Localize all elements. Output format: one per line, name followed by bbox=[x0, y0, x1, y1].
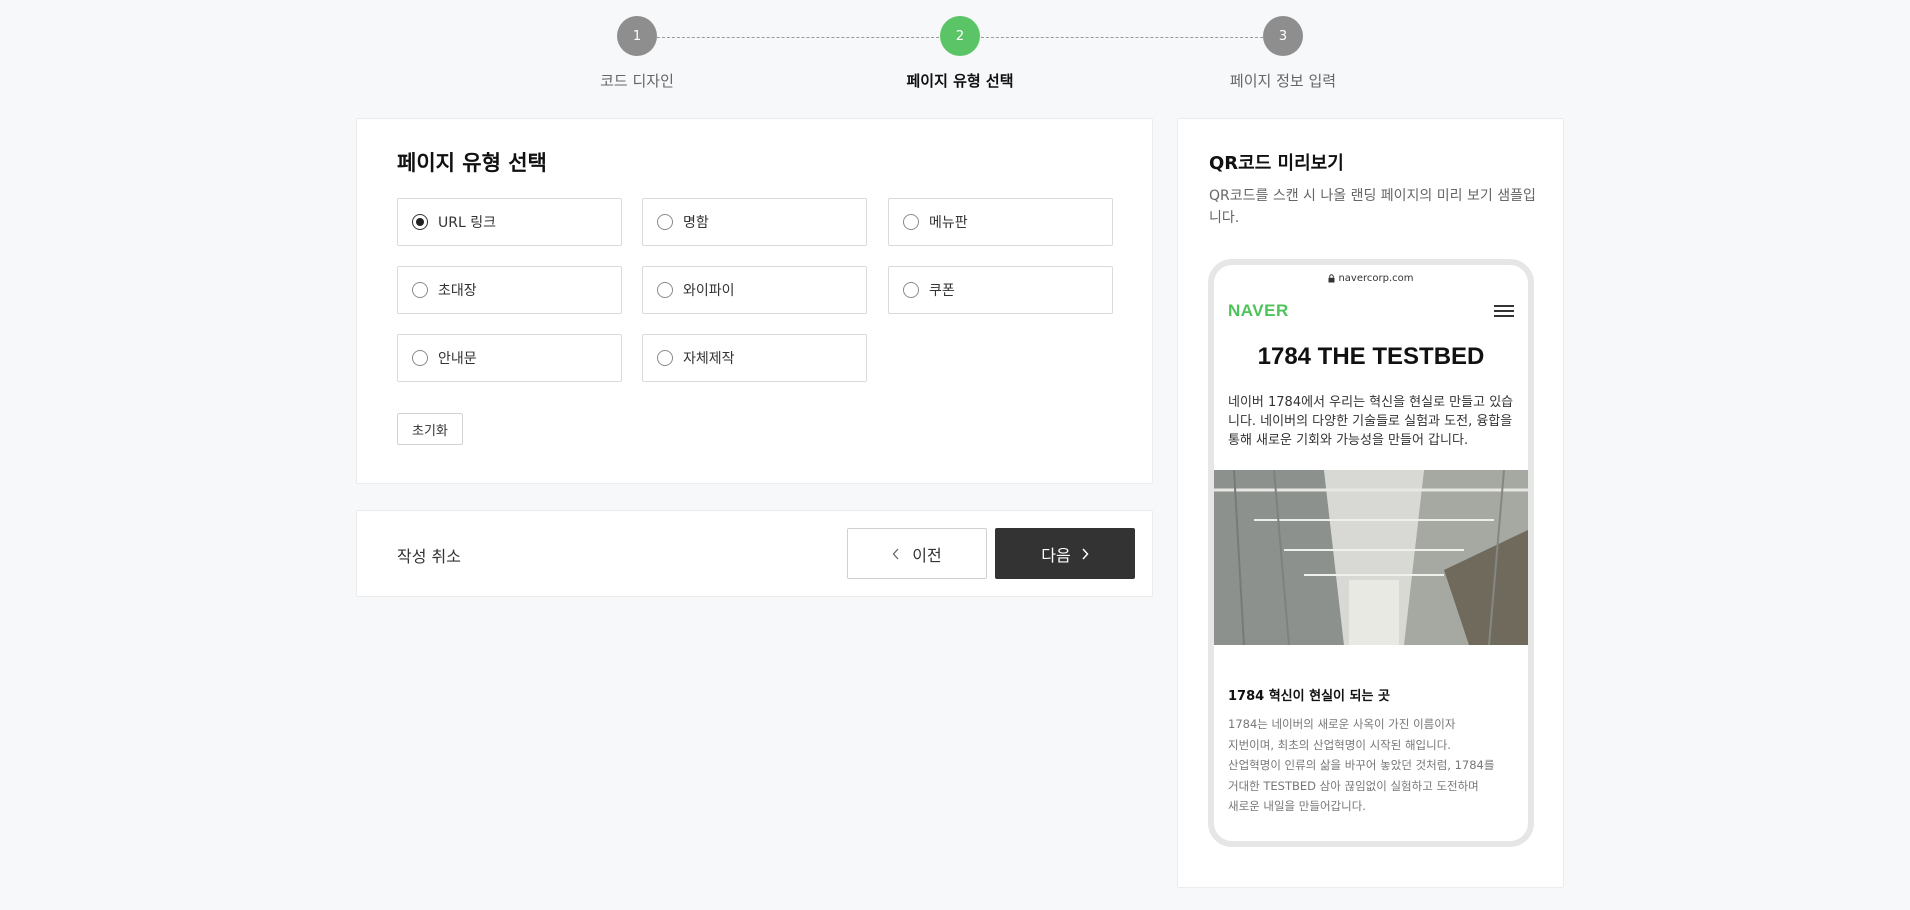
option-notice[interactable]: 안내문 bbox=[397, 334, 622, 382]
phone-body-line: 새로운 내일을 만들어갑니다. bbox=[1228, 799, 1366, 813]
phone-subtitle: 1784 혁신이 현실이 되는 곳 bbox=[1228, 689, 1390, 704]
step-2: 2 페이지 유형 선택 bbox=[860, 16, 1060, 91]
prev-button[interactable]: 이전 bbox=[847, 528, 987, 579]
phone-body-text: 1784는 네이버의 새로운 사옥이 가진 이름이자 지번이며, 최초의 산업혁… bbox=[1228, 714, 1514, 817]
step-2-label: 페이지 유형 선택 bbox=[906, 72, 1014, 90]
option-label: 와이파이 bbox=[683, 283, 735, 299]
phone-body-line: 지번이며, 최초의 산업혁명이 시작된 해입니다. bbox=[1228, 737, 1451, 752]
step-1-circle: 1 bbox=[617, 16, 657, 56]
radio-notice[interactable] bbox=[412, 350, 428, 366]
chevron-right-icon bbox=[1082, 547, 1089, 560]
option-label: 초대장 bbox=[438, 283, 477, 299]
preview-title: QR코드 미리보기 bbox=[1209, 153, 1344, 174]
option-url-link[interactable]: URL 링크 bbox=[397, 198, 622, 246]
prev-button-label: 이전 bbox=[912, 545, 942, 565]
naver-logo: NAVER bbox=[1228, 301, 1289, 320]
step-1: 1 코드 디자인 bbox=[537, 16, 737, 91]
preview-description: QR코드를 스캔 시 나올 랜딩 페이지의 미리 보기 샘플입니다. bbox=[1209, 188, 1536, 226]
option-label: 메뉴판 bbox=[929, 215, 968, 231]
step-2-circle: 2 bbox=[940, 16, 980, 56]
lock-icon bbox=[1328, 273, 1335, 282]
option-business-card[interactable]: 명함 bbox=[642, 198, 867, 246]
radio-wifi[interactable] bbox=[657, 282, 673, 298]
option-invitation[interactable]: 초대장 bbox=[397, 266, 622, 314]
phone-headline: 1784 THE TESTBED bbox=[1257, 343, 1485, 370]
hamburger-menu-icon bbox=[1494, 305, 1514, 319]
step-3-label: 페이지 정보 입력 bbox=[1229, 72, 1337, 90]
radio-menu[interactable] bbox=[903, 214, 919, 230]
page-type-title: 페이지 유형 선택 bbox=[397, 151, 547, 175]
step-1-label: 코드 디자인 bbox=[600, 72, 674, 90]
option-label: 명함 bbox=[683, 215, 709, 231]
option-coupon[interactable]: 쿠폰 bbox=[888, 266, 1113, 314]
phone-mockup: navercorp.com NAVER 1784 THE TESTBED 네이버… bbox=[1208, 259, 1534, 847]
radio-invitation[interactable] bbox=[412, 282, 428, 298]
radio-url-link[interactable] bbox=[412, 214, 428, 230]
phone-header: NAVER bbox=[1214, 291, 1528, 331]
phone-body-line: 산업혁명이 인류의 삶을 바꾸어 놓았던 것처럼, 1784를 bbox=[1228, 758, 1495, 772]
page-type-panel: 페이지 유형 선택 URL 링크 명함 메뉴판 초대장 와이파이 쿠폰 안내문 … bbox=[356, 118, 1153, 484]
cancel-link[interactable]: 작성 취소 bbox=[397, 543, 461, 567]
radio-business-card[interactable] bbox=[657, 214, 673, 230]
phone-url-text: navercorp.com bbox=[1338, 272, 1414, 284]
step-3-circle: 3 bbox=[1263, 16, 1303, 56]
option-label: 안내문 bbox=[438, 351, 477, 367]
option-label: URL 링크 bbox=[438, 215, 496, 231]
action-bar: 작성 취소 이전 다음 bbox=[356, 510, 1153, 597]
next-button-label: 다음 bbox=[1041, 545, 1071, 565]
option-label: 자체제작 bbox=[683, 351, 735, 367]
option-menu[interactable]: 메뉴판 bbox=[888, 198, 1113, 246]
preview-panel: QR코드 미리보기 QR코드를 스캔 시 나올 랜딩 페이지의 미리 보기 샘플… bbox=[1177, 118, 1564, 888]
stepper: 1 코드 디자인 2 페이지 유형 선택 3 페이지 정보 입력 bbox=[520, 16, 1336, 96]
radio-coupon[interactable] bbox=[903, 282, 919, 298]
option-custom[interactable]: 자체제작 bbox=[642, 334, 867, 382]
reset-button[interactable]: 초기화 bbox=[397, 413, 463, 445]
radio-custom[interactable] bbox=[657, 350, 673, 366]
phone-body-line: 1784는 네이버의 새로운 사옥이 가진 이름이자 bbox=[1228, 717, 1456, 731]
option-label: 쿠폰 bbox=[929, 283, 955, 299]
phone-intro-text: 네이버 1784에서 우리는 혁신을 현실로 만들고 있습니다. 네이버의 다양… bbox=[1228, 395, 1514, 448]
option-wifi[interactable]: 와이파이 bbox=[642, 266, 867, 314]
chevron-left-icon bbox=[892, 548, 899, 559]
next-button[interactable]: 다음 bbox=[995, 528, 1135, 579]
phone-body-line: 거대한 TESTBED 삼아 끊임없이 실험하고 도전하며 bbox=[1228, 778, 1479, 793]
phone-url-bar: navercorp.com bbox=[1214, 265, 1528, 291]
step-3: 3 페이지 정보 입력 bbox=[1183, 16, 1383, 91]
building-interior-image bbox=[1214, 470, 1528, 645]
